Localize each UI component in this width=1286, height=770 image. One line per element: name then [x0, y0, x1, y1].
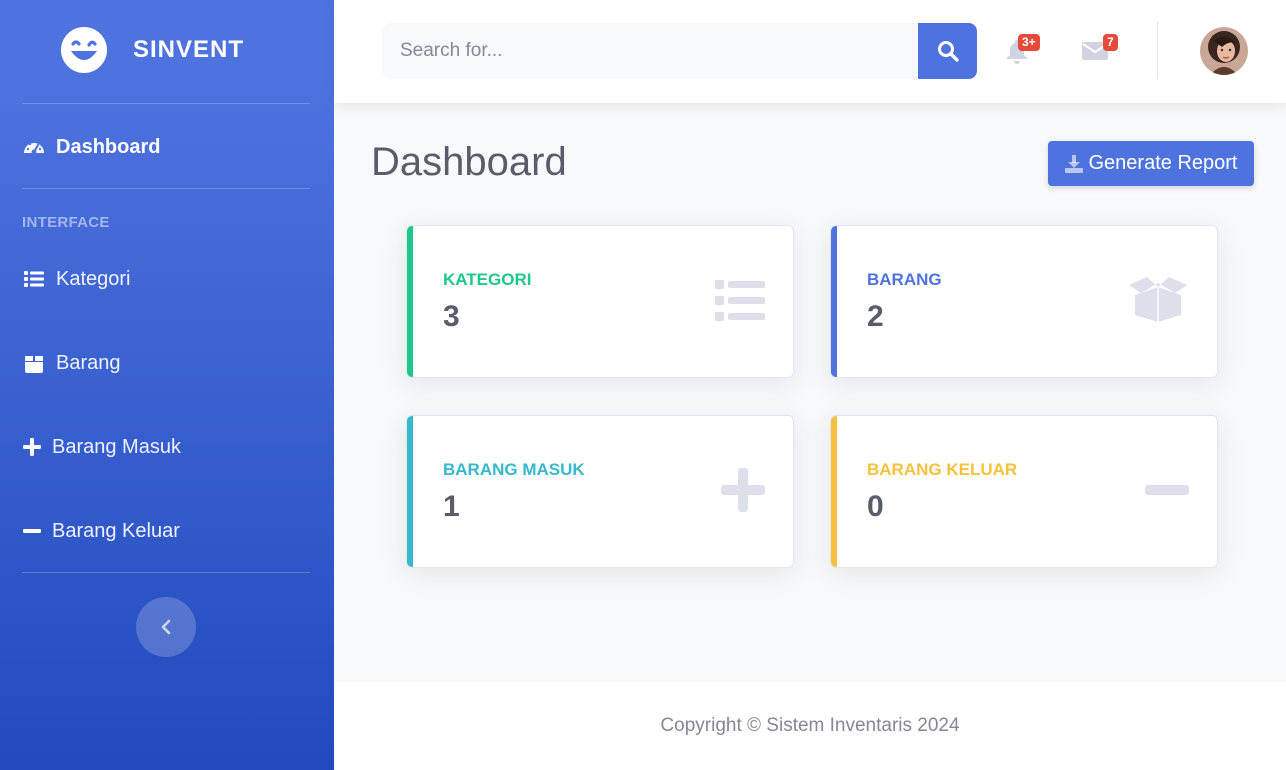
card-label: BARANG	[867, 270, 942, 289]
sidebar-item-barang[interactable]: Barang	[22, 343, 121, 383]
copyright-text: Copyright © Sistem Inventaris 2024	[660, 715, 960, 736]
box-icon	[22, 351, 46, 375]
card-accent-bar	[831, 226, 837, 377]
stat-card-barang: BARANG 2	[830, 225, 1218, 378]
sidebar-toggle-button[interactable]	[136, 597, 196, 657]
card-value: 1	[443, 490, 460, 523]
sidebar: SINVENT Dashboard INTERFACE Kategori Bar…	[0, 0, 334, 770]
card-value: 3	[443, 300, 460, 333]
card-value: 0	[867, 490, 884, 523]
box-open-icon	[1127, 274, 1189, 324]
card-label: KATEGORI	[443, 270, 532, 289]
brand-name: SINVENT	[133, 36, 245, 63]
stat-card-barang-masuk: BARANG MASUK 1	[406, 415, 794, 568]
brand[interactable]: SINVENT	[0, 0, 334, 103]
tachometer-icon	[22, 135, 46, 159]
laugh-wink-icon	[61, 27, 107, 73]
card-accent-bar	[407, 226, 413, 377]
stat-card-barang-keluar: BARANG KELUAR 0	[830, 415, 1218, 568]
alerts-badge: 3+	[1018, 34, 1040, 51]
sidebar-item-label: Barang Keluar	[52, 519, 180, 542]
sidebar-item-label: Kategori	[56, 267, 131, 290]
page-title: Dashboard	[371, 140, 567, 184]
sidebar-item-barang-masuk[interactable]: Barang Masuk	[22, 427, 181, 467]
minus-icon	[22, 519, 42, 543]
card-value: 2	[867, 300, 884, 333]
topbar-divider	[1157, 22, 1158, 79]
generate-report-label: Generate Report	[1088, 152, 1238, 174]
chevron-left-icon	[161, 619, 171, 635]
plus-icon	[721, 468, 765, 512]
stat-card-kategori: KATEGORI 3	[406, 225, 794, 378]
sidebar-divider	[22, 188, 310, 189]
list-icon	[22, 267, 46, 291]
sidebar-divider	[22, 103, 310, 104]
generate-report-button[interactable]: Generate Report	[1048, 141, 1254, 186]
card-accent-bar	[407, 416, 413, 567]
topbar: 3+ 7	[334, 0, 1286, 103]
card-label: BARANG KELUAR	[867, 460, 1018, 479]
messages-badge: 7	[1103, 34, 1118, 51]
sidebar-item-label: Barang	[56, 351, 121, 374]
plus-icon	[22, 435, 42, 459]
search-icon	[937, 41, 959, 62]
sidebar-item-barang-keluar[interactable]: Barang Keluar	[22, 511, 180, 551]
search-bar	[382, 23, 977, 79]
sidebar-item-label: Dashboard	[56, 135, 161, 158]
avatar[interactable]	[1200, 27, 1248, 75]
sidebar-item-label: Barang Masuk	[52, 435, 181, 458]
alerts-button[interactable]: 3+	[1002, 34, 1040, 66]
list-icon	[715, 276, 765, 326]
sidebar-heading: INTERFACE	[22, 214, 110, 231]
footer: Copyright © Sistem Inventaris 2024	[334, 682, 1286, 770]
card-label: BARANG MASUK	[443, 460, 585, 479]
download-icon	[1064, 154, 1083, 173]
minus-icon	[1145, 468, 1189, 512]
messages-button[interactable]: 7	[1080, 34, 1118, 66]
card-accent-bar	[831, 416, 837, 567]
sidebar-item-kategori[interactable]: Kategori	[22, 259, 131, 299]
search-input[interactable]	[382, 23, 918, 79]
sidebar-divider	[22, 572, 310, 573]
sidebar-item-dashboard[interactable]: Dashboard	[22, 127, 160, 167]
search-button[interactable]	[918, 23, 977, 79]
